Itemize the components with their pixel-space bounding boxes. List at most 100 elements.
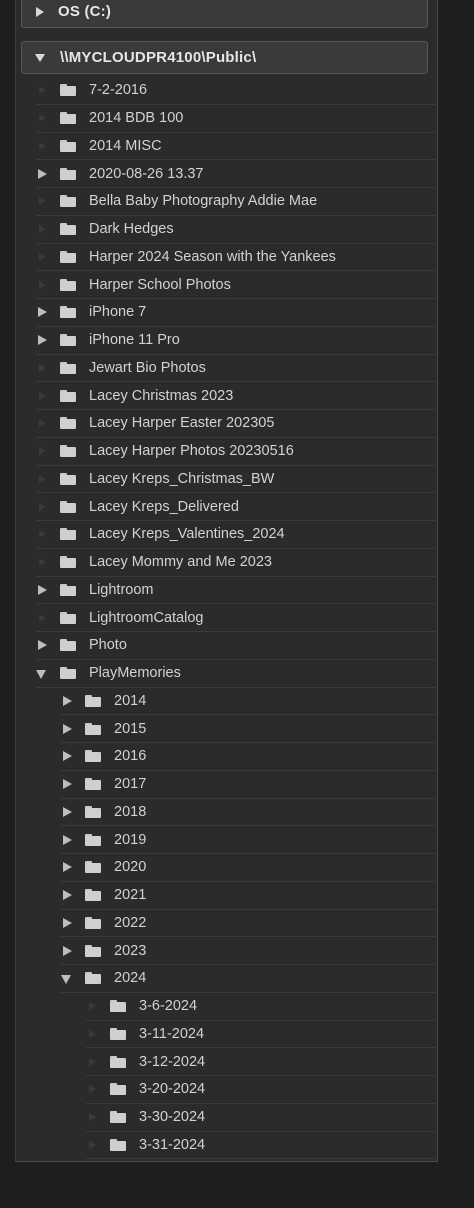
expand-triangle-icon[interactable] [61,861,73,873]
folder-row[interactable]: Lacey Harper Photos 20230516 [36,438,436,466]
folder-label: 2018 [114,803,147,820]
folder-row[interactable]: 2018 [61,799,436,827]
expand-triangle-icon[interactable] [61,889,73,901]
expand-triangle-icon[interactable] [61,806,73,818]
empty-triangle-icon [86,1083,98,1095]
folder-row[interactable]: Harper 2024 Season with the Yankees [36,244,436,272]
folder-row[interactable]: 2020 [61,854,436,882]
folder-label: Lacey Mommy and Me 2023 [89,554,272,571]
folder-icon [110,1138,126,1151]
expand-triangle-icon[interactable] [61,917,73,929]
folder-row[interactable]: Dark Hedges [36,216,436,244]
folder-label: 2019 [114,831,147,848]
folder-row[interactable]: Lacey Harper Easter 202305 [36,410,436,438]
folder-row[interactable]: 2024 [61,965,436,993]
empty-triangle-icon [36,528,48,540]
expand-triangle-icon[interactable] [36,639,48,651]
expand-triangle-icon[interactable] [36,168,48,180]
folder-row[interactable]: 2015 [61,715,436,743]
disclosure-expanded-icon[interactable] [35,53,45,62]
disclosure-collapsed-icon[interactable] [36,6,44,17]
folder-icon [60,334,76,347]
folder-icon [60,250,76,263]
empty-triangle-icon [36,445,48,457]
folder-icon [60,112,76,125]
folder-icon [85,722,101,735]
empty-triangle-icon [36,612,48,624]
folder-label: iPhone 11 Pro [89,332,180,349]
expand-triangle-icon[interactable] [61,945,73,957]
folder-label: 3-31-2024 [139,1136,206,1153]
folder-icon [60,639,76,652]
folder-row[interactable]: 3-30-2024 [86,1104,436,1132]
volume-os-c[interactable]: OS (C:) [21,0,428,28]
folder-row[interactable]: Lacey Kreps_Delivered [36,493,436,521]
folder-row[interactable]: 3-12-2024 [86,1048,436,1076]
folder-icon [110,1027,126,1040]
folder-row[interactable]: Lacey Kreps_Christmas_BW [36,466,436,494]
expand-triangle-icon[interactable] [61,750,73,762]
folder-label: 3-11-2024 [139,1025,205,1042]
folder-row[interactable]: Lacey Kreps_Valentines_2024 [36,521,436,549]
folder-row[interactable]: 2016 [61,743,436,771]
folder-row[interactable]: iPhone 7 [36,299,436,327]
folder-row[interactable]: iPhone 11 Pro [36,327,436,355]
folder-row[interactable]: 2021 [61,882,436,910]
folder-row[interactable]: 2020-08-26 13.37 [36,160,436,188]
folder-icon [85,889,101,902]
empty-triangle-icon [36,501,48,513]
folder-label: 7-2-2016 [89,82,148,99]
folder-icon [85,750,101,763]
empty-triangle-icon [86,1056,98,1068]
folder-icon [85,916,101,929]
folder-icon [110,1055,126,1068]
folder-row[interactable]: 7-2-2016 [36,77,436,105]
expand-triangle-icon[interactable] [61,695,73,707]
expand-triangle-icon[interactable] [61,778,73,790]
folder-label: 2020-08-26 13.37 [89,165,204,182]
folder-row[interactable]: Jewart Bio Photos [36,355,436,383]
folder-row[interactable]: Bella Baby Photography Addie Mae [36,188,436,216]
folder-row[interactable]: 2014 [61,688,436,716]
folder-row[interactable]: 2023 [61,937,436,965]
folder-label: Lacey Kreps_Christmas_BW [89,470,275,487]
empty-triangle-icon [36,556,48,568]
folder-row[interactable]: 2017 [61,771,436,799]
folder-label: 3-12-2024 [139,1053,206,1070]
folder-row[interactable]: Photo [36,632,436,660]
folder-row[interactable]: 2014 BDB 100 [36,105,436,133]
expand-triangle-icon[interactable] [36,306,48,318]
folder-row[interactable]: 2022 [61,910,436,938]
expand-triangle-icon[interactable] [61,834,73,846]
folder-label: Lightroom [89,581,154,598]
collapse-triangle-icon[interactable] [61,972,73,985]
folder-row[interactable]: PlayMemories [36,660,436,688]
folder-row[interactable]: 2019 [61,826,436,854]
folder-row[interactable]: Lacey Mommy and Me 2023 [36,549,436,577]
folder-label: 2014 BDB 100 [89,110,184,127]
empty-triangle-icon [36,279,48,291]
folder-icon [60,500,76,513]
volume-network-share[interactable]: \\MYCLOUDPR4100\Public\ [21,41,428,74]
folder-row[interactable]: 2014 MISC [36,133,436,161]
folder-label: Jewart Bio Photos [89,359,206,376]
folder-row[interactable]: Lacey Christmas 2023 [36,382,436,410]
folder-row[interactable]: Lightroom [36,577,436,605]
folder-icon [60,306,76,319]
folder-row[interactable]: Harper School Photos [36,271,436,299]
empty-triangle-icon [36,223,48,235]
folder-label: 2016 [114,748,147,765]
folder-row[interactable]: 3-11-2024 [86,1021,436,1049]
collapse-triangle-icon[interactable] [36,667,48,680]
folder-row[interactable]: LightroomCatalog [36,604,436,632]
empty-triangle-icon [36,473,48,485]
expand-triangle-icon[interactable] [36,584,48,596]
folder-icon [110,1083,126,1096]
folder-label: 3-20-2024 [139,1081,206,1098]
folder-row[interactable]: 3-20-2024 [86,1076,436,1104]
folder-row[interactable]: 3-31-2024 [86,1132,436,1160]
folder-row[interactable]: 3-6-2024 [86,993,436,1021]
expand-triangle-icon[interactable] [61,723,73,735]
expand-triangle-icon[interactable] [36,334,48,346]
empty-triangle-icon [36,390,48,402]
